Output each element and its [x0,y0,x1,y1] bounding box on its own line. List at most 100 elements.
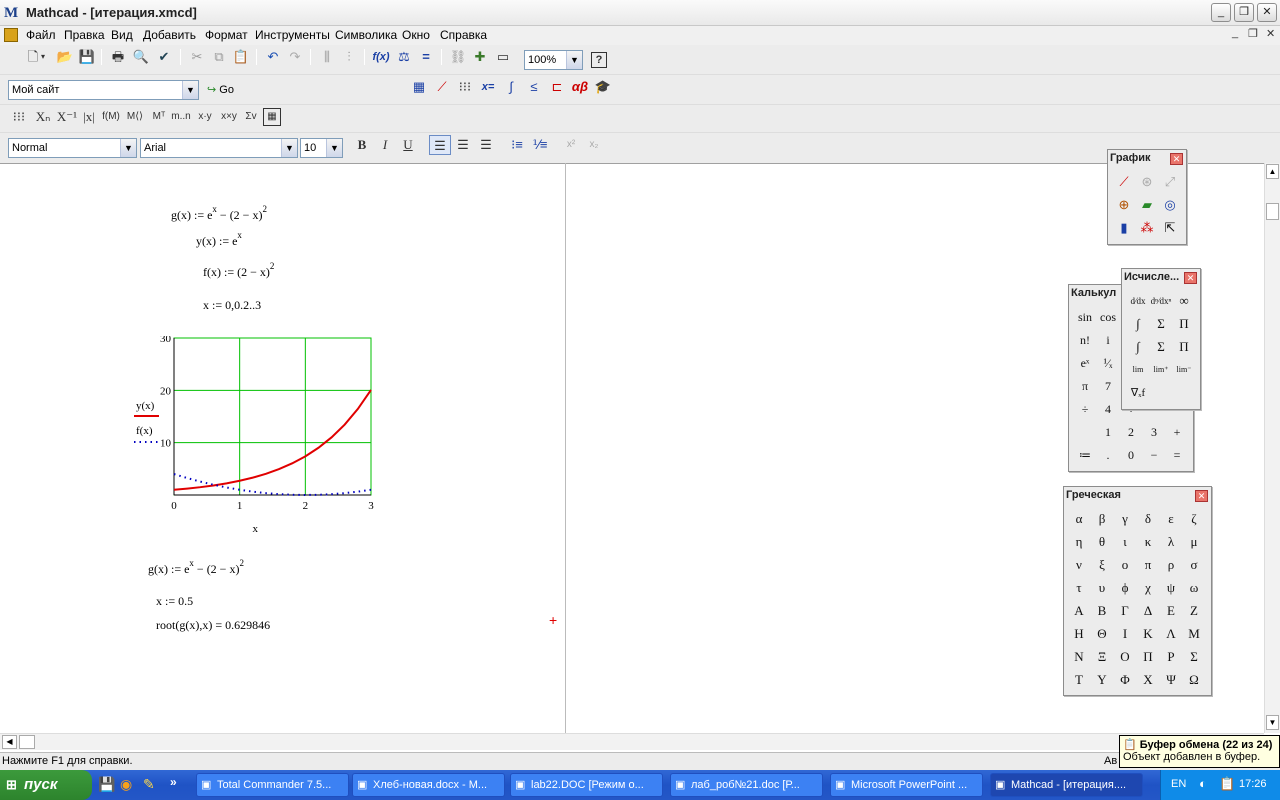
greek-letter-key[interactable]: π [1137,554,1159,576]
greek-letter-key[interactable]: δ [1137,508,1159,530]
menu-edit[interactable]: Правка [64,28,105,42]
greek-letter-key[interactable]: Υ [1091,669,1113,691]
calculator-key[interactable]: 4 [1097,398,1119,420]
greek-letter-key[interactable]: ι [1114,531,1136,553]
greek-letter-key[interactable]: Τ [1068,669,1090,691]
minimize-button[interactable]: _ [1211,3,1231,22]
menu-view[interactable]: Вид [111,28,133,42]
print-preview-icon[interactable]: 🔍 [130,47,152,67]
align-right-icon[interactable]: ☰ [475,135,497,155]
component-wizard-icon[interactable]: ✚ [469,47,491,67]
taskbar-item[interactable]: ▣ Хлеб-новая.docx - M... [352,773,505,797]
greek-letter-key[interactable]: Φ [1114,669,1136,691]
print-icon[interactable]: 🖶 [107,47,129,67]
contour-plot-icon[interactable]: ◎ [1159,194,1181,216]
f-definition[interactable]: f(x) := (2 − x)2 [203,261,274,280]
start-button[interactable]: ⊞ пуск [0,770,92,800]
limit-icon[interactable]: lim [1127,359,1149,381]
calculator-key[interactable]: 3 [1143,421,1165,443]
greek-letter-key[interactable]: μ [1183,531,1205,553]
cut-icon[interactable]: ✂ [186,47,208,67]
greek-letter-key[interactable]: σ [1183,554,1205,576]
calculator-key[interactable]: . [1097,444,1119,466]
font-select[interactable]: Arial ▼ [140,138,298,158]
bold-button[interactable]: B [351,135,373,155]
subscript-format-icon[interactable]: x₂ [583,135,605,155]
vector-field-icon[interactable]: ⇱ [1159,217,1181,239]
matrix-toolbar-icon[interactable]: ⁝⁝⁝ [454,77,476,97]
underline-button[interactable]: U [397,135,419,155]
range-definition[interactable]: x := 0,0.2..3 [203,298,261,313]
taskbar-item[interactable]: ▣ Microsoft PowerPoint ... [830,773,983,797]
italic-button[interactable]: I [374,135,396,155]
go-button[interactable]: ↪ Go [207,83,234,96]
help-icon[interactable]: ? [591,52,607,68]
graph-toolbar-icon[interactable]: ⟋ [431,77,453,97]
range-sum-icon[interactable]: Σ [1150,336,1172,358]
product-icon[interactable]: Π [1173,313,1195,335]
greek-letter-key[interactable]: β [1091,508,1113,530]
calculator-key[interactable]: sin [1074,306,1096,328]
scroll-up-icon[interactable]: ▲ [1266,164,1279,179]
greek-letter-key[interactable]: Κ [1137,623,1159,645]
greek-letter-key[interactable]: υ [1091,577,1113,599]
y-definition[interactable]: y(x) := ex [196,230,242,249]
menu-help[interactable]: Справка [440,28,487,42]
calculator-key[interactable]: 0 [1120,444,1142,466]
greek-letter-key[interactable]: Ι [1114,623,1136,645]
right-limit-icon[interactable]: lim⁺ [1150,359,1172,381]
hscroll-thumb[interactable] [19,735,35,749]
greek-letter-key[interactable]: Σ [1183,646,1205,668]
g-definition-2[interactable]: g(x) := ex − (2 − x)2 [148,558,244,577]
greek-letter-key[interactable]: Α [1068,600,1090,622]
xy-plot-icon[interactable]: ⟋ [1113,171,1135,193]
greek-toolbar-icon[interactable]: αβ [569,77,591,97]
range-product-icon[interactable]: Π [1173,336,1195,358]
calculate-icon[interactable]: = [415,47,437,67]
align-down-icon[interactable]: ⫶ [338,47,360,67]
greek-letter-key[interactable]: ο [1114,554,1136,576]
greek-letter-key[interactable]: Ω [1183,669,1205,691]
greek-letter-key[interactable]: Ν [1068,646,1090,668]
greek-letter-key[interactable]: Ξ [1091,646,1113,668]
doc-restore-button[interactable]: ❐ [1248,27,1258,40]
greek-letter-key[interactable]: Ρ [1160,646,1182,668]
insert-function-icon[interactable]: f(x) [370,47,392,67]
calculator-key[interactable]: cos [1097,306,1119,328]
greek-letter-key[interactable]: Θ [1091,623,1113,645]
greek-letter-key[interactable]: Ο [1114,646,1136,668]
calculator-key[interactable]: 2 [1120,421,1142,443]
bullets-icon[interactable]: ⁝≡ [506,135,528,155]
gradient-icon[interactable]: ∇ₓf [1127,382,1149,404]
paste-icon[interactable]: 📋 [230,47,252,67]
greek-letter-key[interactable]: ε [1160,508,1182,530]
boolean-toolbar-icon[interactable]: ≤ [523,77,545,97]
close-icon[interactable]: ✕ [1170,153,1183,165]
greek-letter-key[interactable]: ρ [1160,554,1182,576]
range-var-icon[interactable]: m..n [170,107,192,127]
dot-product-icon[interactable]: x·y [194,107,216,127]
redo-icon[interactable]: ↷ [284,47,306,67]
greek-letter-key[interactable]: ξ [1091,554,1113,576]
superscript-icon[interactable]: x² [560,135,582,155]
greek-letter-key[interactable]: ν [1068,554,1090,576]
summation-icon[interactable]: Σ [1150,313,1172,335]
greek-letter-key[interactable]: ω [1183,577,1205,599]
calculator-key[interactable]: n! [1074,329,1096,351]
calculator-key[interactable]: ≔ [1074,444,1096,466]
calculator-key[interactable]: + [1166,421,1188,443]
run-script-icon[interactable]: ▭ [492,47,514,67]
insert-unit-icon[interactable]: ⚖ [393,47,415,67]
calculator-key[interactable]: ÷ [1074,398,1096,420]
taskbar-item[interactable]: ▣ lab22.DOC [Режим о... [510,773,663,797]
zoom-select[interactable]: 100% ▼ [524,50,583,70]
tray-clipboard-icon[interactable]: 📋 [1219,776,1235,792]
greek-letter-key[interactable]: ψ [1160,577,1182,599]
vector-sum-icon[interactable]: Σv [240,107,262,127]
quick-launch-more-icon[interactable]: » [170,775,177,789]
scroll-left-icon[interactable]: ◀ [2,735,17,749]
greek-letter-key[interactable]: λ [1160,531,1182,553]
calculator-key[interactable]: ¹⁄ₓ [1097,352,1119,374]
g-definition[interactable]: g(x) := ex − (2 − x)2 [171,204,267,223]
greek-letter-key[interactable]: Λ [1160,623,1182,645]
